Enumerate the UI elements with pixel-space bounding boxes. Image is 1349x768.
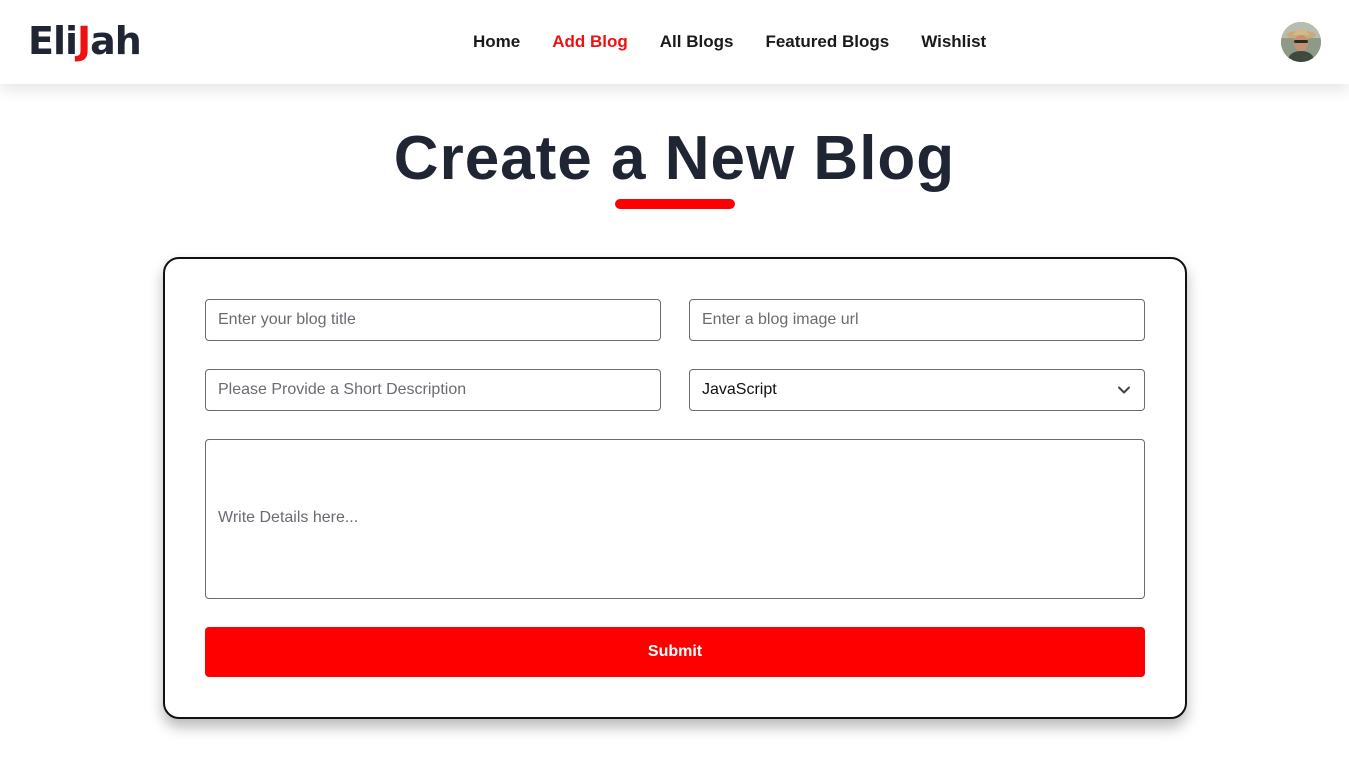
category-select[interactable]: JavaScript [689,369,1145,411]
category-selected-value: JavaScript [702,381,777,398]
page-title: Create a New Blog [393,124,956,193]
logo-text-eli: Eli [28,19,78,63]
blog-title-input[interactable] [205,299,661,341]
nav-link-wishlist[interactable]: Wishlist [921,30,986,54]
user-avatar[interactable] [1281,22,1321,62]
navbar: Eli Jah Home Add Blog All Blogs Featured … [0,0,1349,84]
submit-button[interactable]: Submit [205,627,1145,677]
short-description-input[interactable] [205,369,661,411]
title-underline [615,199,735,209]
blog-image-url-input[interactable] [689,299,1145,341]
logo-text-ah: ah [90,19,142,63]
nav-link-all-blogs[interactable]: All Blogs [660,30,734,54]
blog-details-textarea[interactable] [205,439,1145,599]
nav-link-home[interactable]: Home [473,30,520,54]
user-avatar-icon [1281,22,1321,62]
site-logo[interactable]: Eli Jah [28,19,142,63]
logo-text-j: J [77,19,91,63]
nav-link-add-blog[interactable]: Add Blog [552,30,628,54]
nav-link-featured-blogs[interactable]: Featured Blogs [765,30,889,54]
create-blog-form: JavaScript Submit [163,257,1187,719]
main-nav: Home Add Blog All Blogs Featured Blogs W… [473,30,986,54]
chevron-down-icon [1118,386,1130,394]
